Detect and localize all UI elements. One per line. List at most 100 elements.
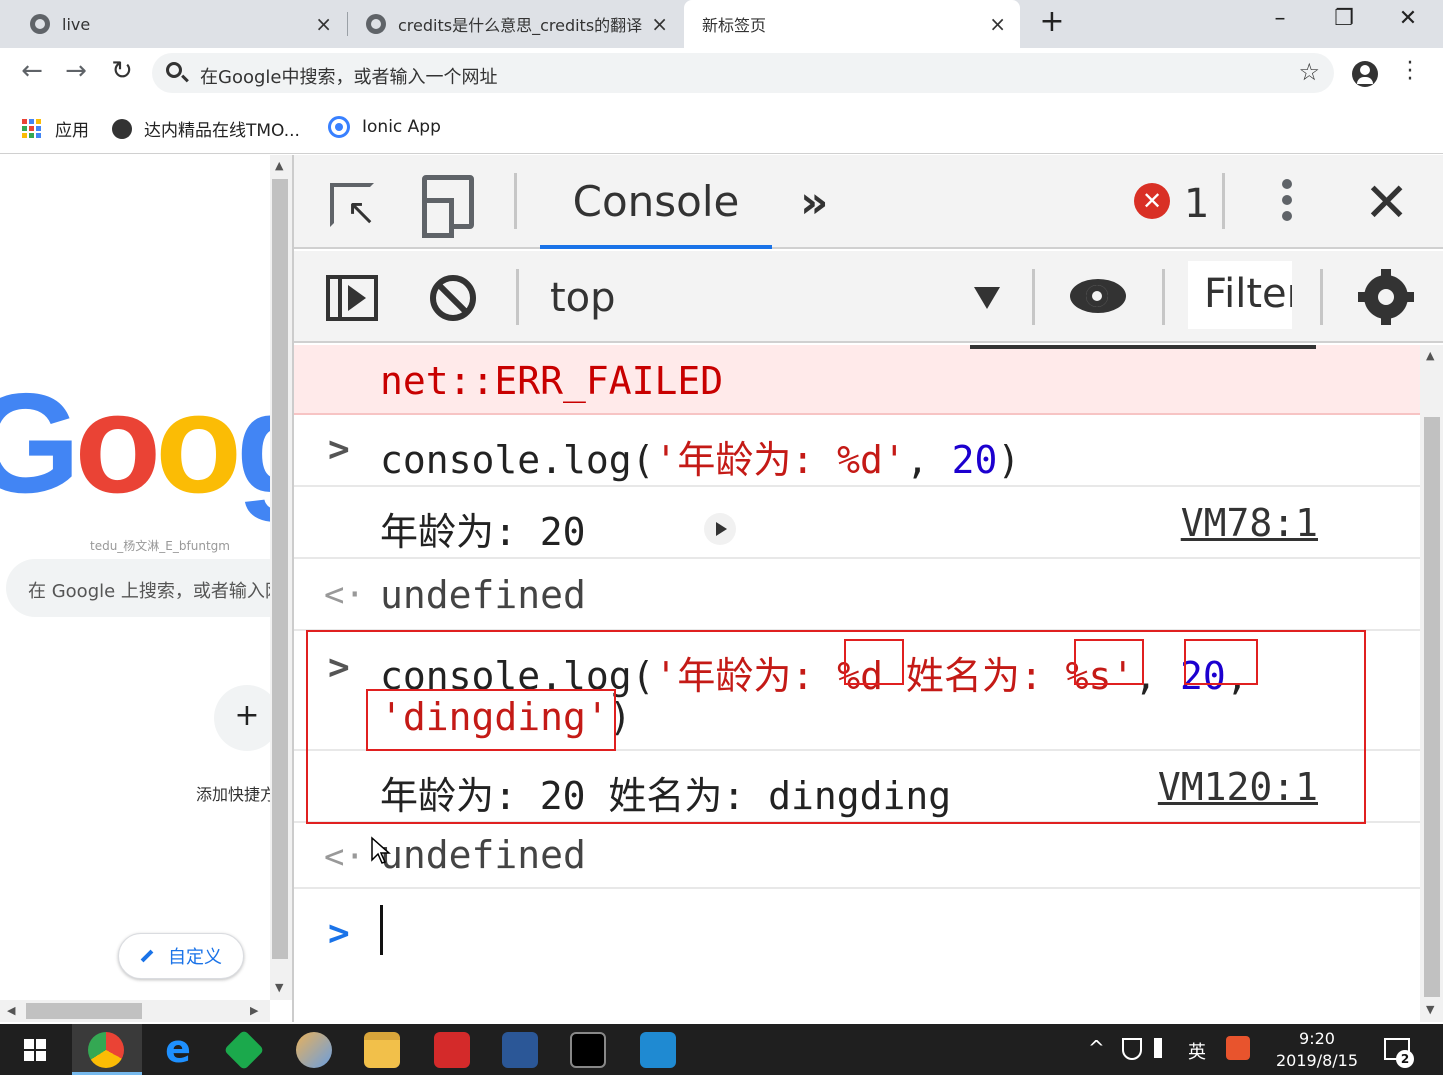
chrome-icon[interactable] [88, 1032, 124, 1068]
paint-icon[interactable] [296, 1032, 332, 1068]
scroll-left-arrow-icon[interactable]: ◀ [7, 1004, 15, 1017]
windows-start-icon[interactable] [24, 1039, 46, 1061]
console-prompt-input[interactable] [380, 905, 383, 955]
input-chevron-icon: > [328, 429, 350, 470]
page-vertical-scrollbar[interactable]: ▲ ▼ [270, 155, 292, 1000]
new-tab-button[interactable]: + [1032, 4, 1072, 39]
divider [514, 173, 517, 229]
security-shield-icon[interactable] [1122, 1038, 1142, 1060]
devtools-menu-icon[interactable] [1280, 179, 1294, 227]
scrollbar-thumb[interactable] [1424, 417, 1440, 997]
tab-credits[interactable]: credits是什么意思_credits的翻译 × [336, 0, 682, 48]
console-output: net::ERR_FAILED > console.log('年龄为: %d',… [294, 345, 1420, 1022]
filter-input[interactable]: Filter [1188, 261, 1292, 329]
volume-muted-icon[interactable] [1154, 1038, 1174, 1058]
bookmark-tedu[interactable]: 达内精品在线TMO... [112, 116, 300, 141]
tab-live[interactable]: live × [0, 0, 346, 48]
scroll-down-arrow-icon[interactable]: ▼ [275, 981, 283, 994]
return-value: undefined [380, 573, 586, 617]
context-selector[interactable]: top [550, 275, 616, 321]
ionic-icon [328, 116, 350, 138]
tab-console-label: Console [572, 177, 740, 226]
expand-arrow-icon[interactable] [704, 513, 736, 545]
globe-icon [366, 14, 386, 34]
google-search-box[interactable]: 在 Google 上搜索，或者输入网址 [6, 559, 270, 617]
source-link[interactable]: VM78:1 [1181, 501, 1318, 545]
tab-close-icon[interactable]: × [651, 12, 668, 36]
address-bar[interactable]: 在Google中搜索，或者输入一个网址 ☆ [152, 53, 1334, 93]
tab-console[interactable]: Console [540, 177, 772, 249]
bookmark-ionic[interactable]: Ionic App [328, 116, 441, 138]
restore-button[interactable]: ❐ [1324, 6, 1364, 31]
live-app-icon[interactable] [434, 1032, 470, 1068]
terminal-icon[interactable] [570, 1032, 606, 1068]
error-count[interactable]: 1 [1184, 181, 1209, 227]
devtools-close-icon[interactable]: ✕ [1364, 171, 1409, 234]
browser-menu-icon[interactable]: · · · [1402, 53, 1418, 91]
divider [1320, 269, 1323, 325]
console-return-row: <· undefined [294, 559, 1420, 631]
reload-button[interactable]: ↻ [104, 56, 140, 86]
divider [1222, 173, 1225, 229]
clock-date: 2019/8/15 [1275, 1051, 1359, 1070]
console-command[interactable]: console.log('年龄为: %d', 20) [380, 429, 1020, 484]
truncated-text-fragment [970, 345, 1316, 349]
console-toolbar: top Filter [294, 251, 1443, 343]
system-clock[interactable]: 9:20 2019/8/15 [1272, 1028, 1362, 1072]
pencil-icon [140, 949, 154, 963]
scrollbar-thumb[interactable] [272, 179, 288, 959]
bookmark-apps[interactable]: 应用 [22, 116, 89, 141]
log-output: 年龄为: 20 [380, 510, 586, 554]
tab-title: live [62, 14, 91, 34]
sogou-input-icon[interactable] [1226, 1036, 1250, 1060]
word-icon[interactable] [502, 1032, 538, 1068]
error-icon[interactable]: ✕ [1134, 183, 1170, 219]
prompt-chevron-icon: > [328, 913, 350, 954]
scroll-up-arrow-icon[interactable]: ▲ [275, 159, 283, 172]
device-toolbar-icon[interactable] [422, 175, 474, 238]
customize-label: 自定义 [168, 947, 222, 968]
tab-close-icon[interactable]: × [315, 12, 332, 36]
minimize-button[interactable]: – [1260, 6, 1300, 31]
page-horizontal-scrollbar[interactable]: ◀ ▶ [0, 1000, 270, 1022]
show-sidebar-icon[interactable] [326, 275, 378, 321]
close-window-button[interactable]: ✕ [1388, 6, 1428, 31]
scroll-up-arrow-icon[interactable]: ▲ [1426, 349, 1434, 362]
devtools-tab-bar: ↖ Console » ✕ 1 ✕ [294, 155, 1443, 249]
console-return-row: <· undefined [294, 823, 1420, 889]
tab-title: 新标签页 [702, 16, 767, 35]
account-icon[interactable] [1352, 61, 1378, 87]
scroll-right-arrow-icon[interactable]: ▶ [250, 1004, 258, 1017]
bookmark-star-icon[interactable]: ☆ [1298, 58, 1320, 86]
scroll-down-arrow-icon[interactable]: ▼ [1426, 1003, 1434, 1016]
search-placeholder: 在 Google 上搜索，或者输入网址 [28, 581, 270, 602]
console-scrollbar[interactable]: ▲ ▼ [1420, 345, 1443, 1022]
tab-close-icon[interactable]: × [989, 12, 1006, 36]
file-explorer-icon[interactable] [364, 1032, 400, 1068]
vscode-icon[interactable] [640, 1032, 676, 1068]
bookmark-label: Ionic App [362, 117, 441, 137]
customize-button[interactable]: 自定义 [118, 933, 244, 979]
tray-chevron-icon[interactable]: ^ [1088, 1036, 1105, 1060]
active-tab-indicator [540, 245, 772, 249]
address-placeholder: 在Google中搜索，或者输入一个网址 [200, 67, 498, 88]
scrollbar-thumb[interactable] [26, 1003, 142, 1019]
tab-title: credits是什么意思_credits的翻译 [398, 16, 643, 35]
highlight-box-format-d [844, 639, 904, 685]
bookmarks-bar: 应用 达内精品在线TMO... Ionic App [0, 98, 1443, 154]
edge-icon[interactable]: e [160, 1030, 196, 1068]
tab-new-tab[interactable]: 新标签页 × [684, 0, 1020, 48]
more-tabs-icon[interactable]: » [800, 177, 828, 228]
back-button[interactable]: ← [14, 56, 50, 86]
forward-button[interactable]: → [58, 56, 94, 86]
live-expression-eye-icon[interactable] [1070, 279, 1126, 313]
ime-indicator[interactable]: 英 [1188, 1038, 1206, 1064]
clear-console-icon[interactable] [430, 275, 476, 321]
dropdown-arrow-icon[interactable] [974, 287, 1000, 309]
tab-strip: live × credits是什么意思_credits的翻译 × 新标签页 × … [0, 0, 1443, 48]
console-settings-gear-icon[interactable] [1358, 269, 1414, 325]
app-green-icon[interactable] [223, 1029, 265, 1071]
globe-icon [112, 118, 132, 139]
return-value: undefined [380, 833, 586, 877]
add-shortcut-button[interactable]: + [214, 685, 270, 751]
